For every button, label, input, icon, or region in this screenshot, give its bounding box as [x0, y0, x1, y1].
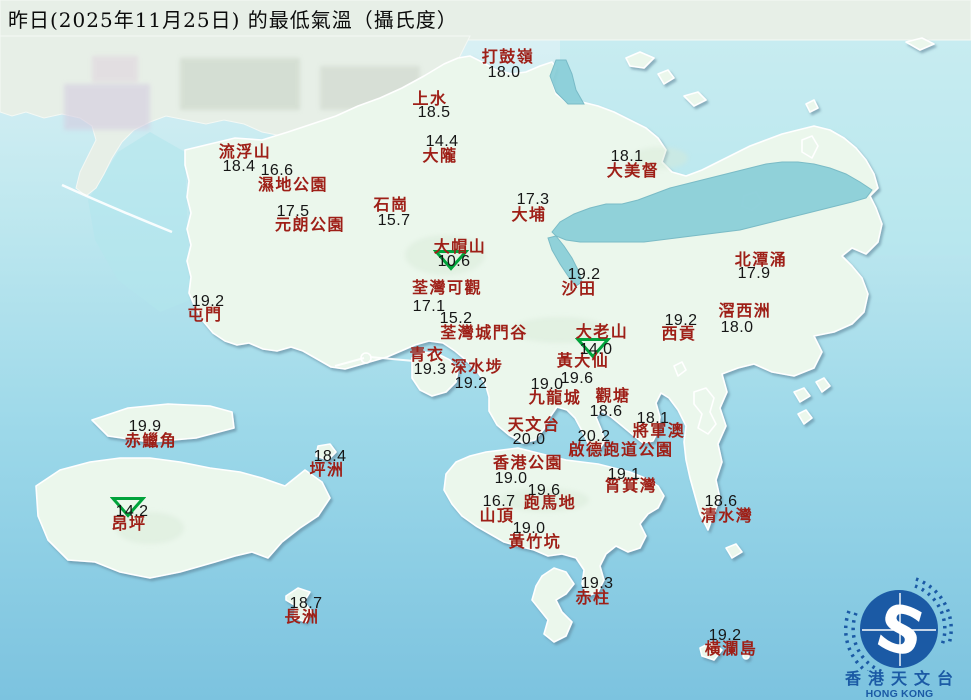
station-temperature-value: 14.0	[579, 341, 613, 358]
station-temperature-value: 14.2	[115, 503, 149, 520]
station-name-label: 沙田	[561, 279, 597, 298]
station-temperature-value: 19.3	[580, 575, 614, 592]
station-name-label: 赤柱	[575, 588, 611, 607]
weather-map-screen: 昨日(2025年11月25日) 的最低氣溫（攝氏度） 18.0 打鼓嶺 18.5 上水…	[0, 0, 971, 700]
station-temperature-value: 18.7	[289, 595, 323, 612]
station-temperature-value: 19.6	[527, 482, 561, 499]
station-temperature-value: 18.6	[704, 493, 738, 510]
station-temperature-value: 16.6	[260, 162, 294, 179]
station-name-label: 打鼓嶺	[481, 47, 535, 66]
station-temperature-value: 15.7	[377, 212, 411, 229]
station-name-label: 荃灣可觀	[411, 278, 483, 297]
station-temperature-value: 20.0	[512, 431, 546, 448]
station-name-label: 大美督	[606, 161, 660, 180]
station-temperature-value: 15.2	[439, 310, 473, 327]
station-temperature-value: 19.0	[494, 470, 528, 487]
station-temperature-value: 20.2	[577, 428, 611, 445]
stations-layer: 18.0 打鼓嶺 18.5 上水 14.4 大隴 18.4 流浮山 16.6 濕地公園 17.5 元朗…	[0, 0, 971, 700]
station-name-label: 赤鱲角	[124, 431, 178, 450]
station-name-label: 大老山	[575, 322, 629, 341]
hko-logo-symbol: S	[843, 577, 953, 671]
station-temperature-value: 18.5	[417, 104, 451, 121]
station-temperature-value: 18.4	[222, 158, 256, 175]
station-name-label: 清水灣	[700, 506, 754, 525]
station-name-label: 石崗	[373, 195, 409, 214]
hko-name-english: HONG KONG OBSERVATORY	[865, 687, 934, 700]
station-temperature-value: 19.2	[454, 375, 488, 392]
station-temperature-value: 16.7	[482, 493, 516, 510]
station-temperature-value: 17.3	[516, 191, 550, 208]
station-name-label: 觀塘	[595, 386, 631, 405]
station-temperature-value: 18.4	[313, 448, 347, 465]
station-temperature-value: 17.9	[737, 265, 771, 282]
station-temperature-value: 19.2	[708, 627, 742, 644]
hko-name-chinese: 香港天文台	[844, 669, 960, 688]
station-name-label: 荃灣城門谷	[440, 323, 528, 342]
station-temperature-value: 19.6	[560, 370, 594, 387]
station-temperature-value: 19.3	[413, 361, 447, 378]
station-temperature-value: 19.0	[530, 376, 564, 393]
station-name-label: 大埔	[511, 205, 547, 224]
station-temperature-value: 18.1	[610, 148, 644, 165]
station-temperature-value: 19.9	[128, 418, 162, 435]
station-name-label: 深水埗	[450, 357, 504, 376]
station-temperature-value: 18.1	[636, 410, 670, 427]
station-name-label: 滘西洲	[718, 301, 772, 320]
station-temperature-value: 18.6	[589, 403, 623, 420]
station-name-label: 香港公園	[492, 453, 564, 472]
station-name-label: 濕地公園	[257, 175, 329, 194]
station-temperature-value: 19.2	[664, 312, 698, 329]
station-temperature-value: 19.1	[607, 466, 641, 483]
station-temperature-value: 18.0	[720, 319, 754, 336]
station-temperature-value: 19.2	[191, 293, 225, 310]
station-temperature-value: 18.0	[487, 64, 521, 81]
station-temperature-value: 17.5	[276, 203, 310, 220]
station-temperature-value: 14.4	[425, 133, 459, 150]
station-temperature-value: 19.2	[567, 266, 601, 283]
station-name-label: 大隴	[422, 146, 458, 165]
station-temperature-value: 19.0	[512, 520, 546, 537]
station-name-label: 山頂	[479, 506, 515, 525]
station-temperature-value: 10.6	[437, 253, 471, 270]
hko-logo: S 香港天文台 HONG KONG OBSERVATORY	[828, 575, 971, 700]
